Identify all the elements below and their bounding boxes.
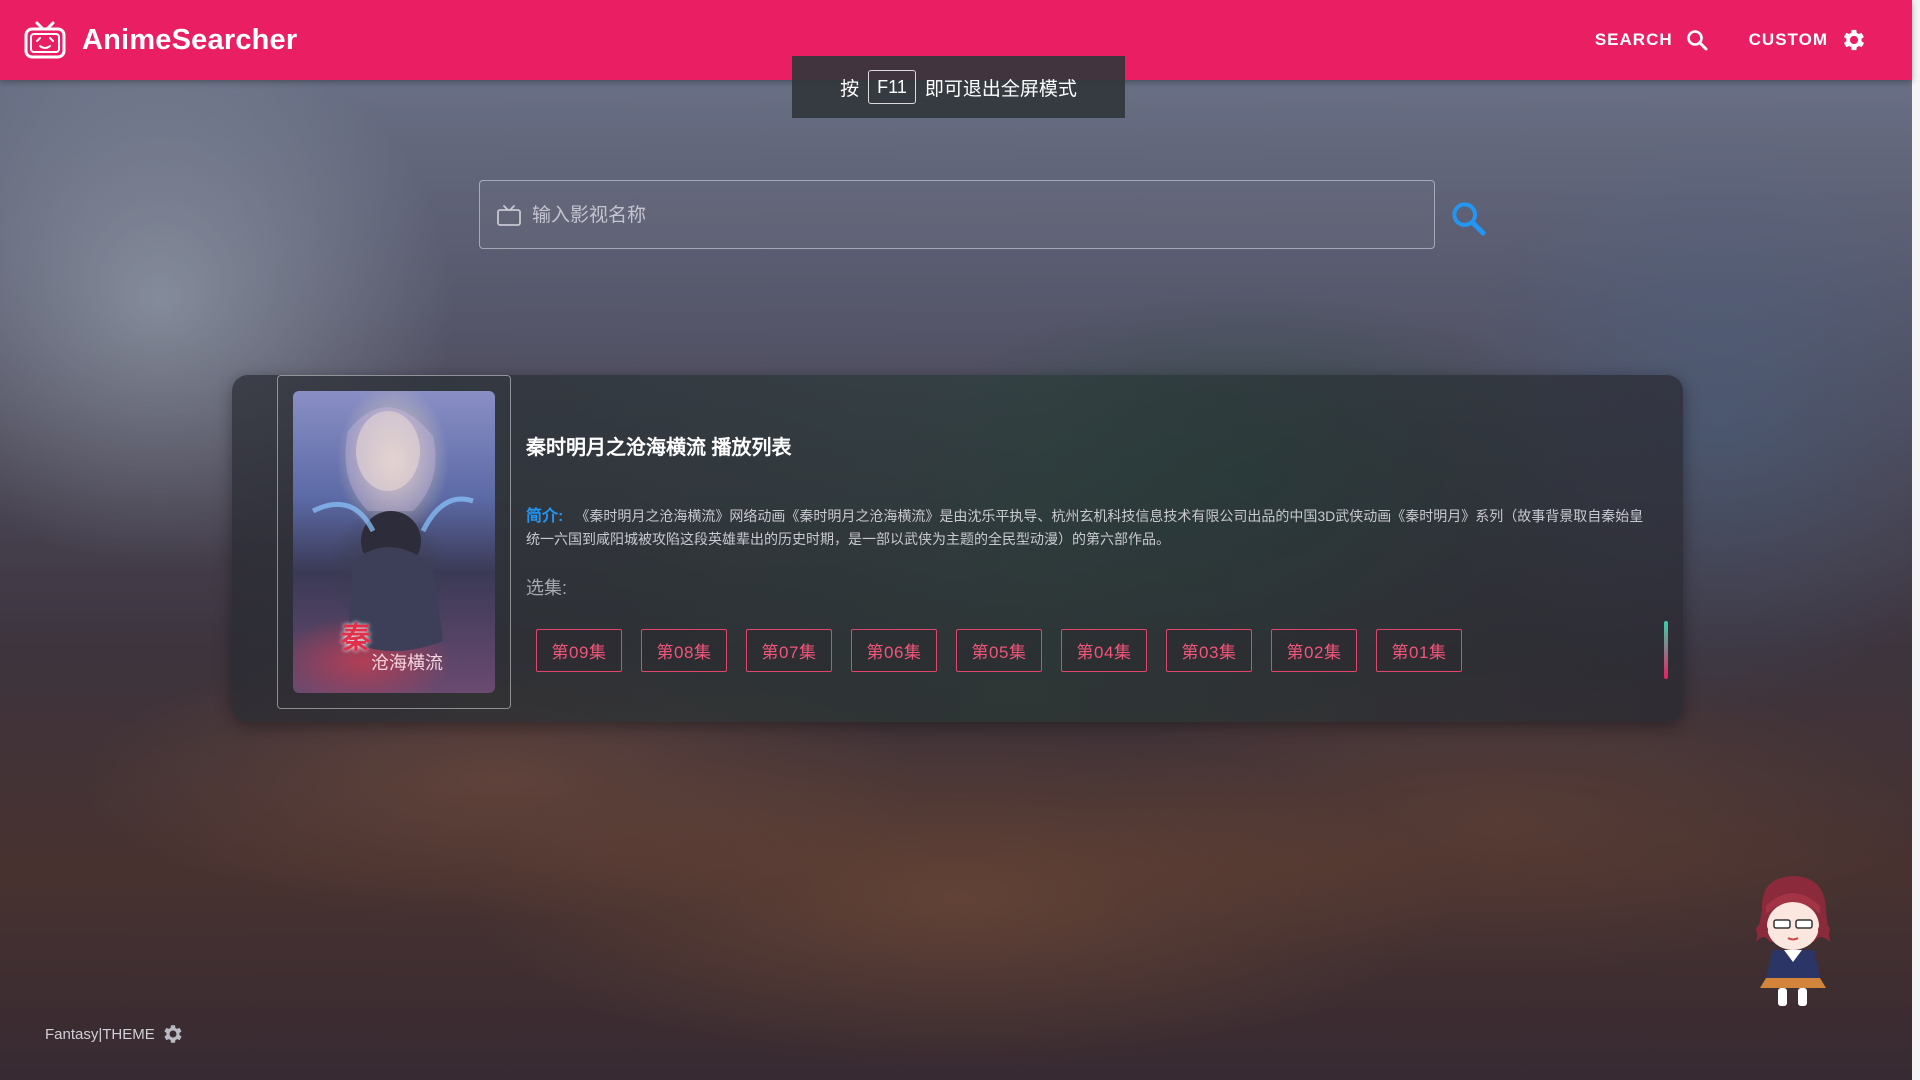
result-card: 秦 沧海横流 秦时明月之沧海横流 播放列表 简介: 《秦时明月之沧海横流》网络动画… (232, 375, 1683, 722)
intro-paragraph: 简介: 《秦时明月之沧海横流》网络动画《秦时明月之沧海横流》是由沈乐平执导、杭州玄… (526, 505, 1656, 551)
search-icon (1452, 202, 1486, 236)
mascot-character-icon[interactable] (1740, 870, 1845, 1010)
custom-nav-button[interactable]: CUSTOM (1729, 0, 1888, 80)
poster-subtitle-text: 沧海横流 (371, 653, 443, 674)
theme-switcher[interactable]: Fantasy|THEME (45, 1022, 185, 1046)
episode-scrollbar[interactable] (1664, 621, 1668, 679)
playlist-title: 秦时明月之沧海横流 播放列表 (526, 437, 792, 459)
gear-icon (1843, 29, 1865, 51)
poster-image[interactable]: 秦 沧海横流 (293, 391, 495, 693)
toast-text-after: 即可退出全屏模式 (924, 78, 1077, 100)
poster-title-text: 秦 (341, 621, 371, 656)
intro-label: 简介: (526, 508, 564, 525)
search-icon (1686, 30, 1708, 51)
episodes-label: 选集: (526, 578, 568, 598)
episode-button[interactable]: 第05集 (956, 629, 1042, 672)
gear-icon (164, 1025, 182, 1043)
episode-button[interactable]: 第03集 (1166, 629, 1252, 672)
episode-button[interactable]: 第01集 (1376, 629, 1462, 672)
app-brand[interactable]: AnimeSearcher (82, 24, 297, 57)
toast-key-badge: F11 (868, 70, 916, 104)
episode-button[interactable]: 第04集 (1061, 629, 1147, 672)
episode-button[interactable]: 第08集 (641, 629, 727, 672)
window-edge (1912, 0, 1920, 1080)
tv-icon (496, 203, 522, 227)
search-input[interactable] (530, 202, 1434, 227)
fullscreen-toast: 按 F11 即可退出全屏模式 (792, 56, 1125, 118)
search-box (479, 180, 1435, 249)
episode-button[interactable]: 第09集 (536, 629, 622, 672)
theme-label: Fantasy|THEME (45, 1025, 155, 1043)
search-nav-label: SEARCH (1594, 30, 1673, 49)
toast-text-before: 按 (840, 78, 860, 100)
poster-frame: 秦 沧海横流 (277, 375, 511, 709)
custom-nav-label: CUSTOM (1748, 30, 1828, 49)
search-submit-button[interactable] (1448, 198, 1488, 238)
tv-logo-icon[interactable] (22, 17, 68, 63)
episode-button[interactable]: 第02集 (1271, 629, 1357, 672)
search-nav-button[interactable]: SEARCH (1575, 0, 1729, 80)
episode-button[interactable]: 第06集 (851, 629, 937, 672)
intro-text: 《秦时明月之沧海横流》网络动画《秦时明月之沧海横流》是由沈乐平执导、杭州玄机科技… (526, 508, 1644, 547)
episode-list: 第09集 第08集 第07集 第06集 第05集 第04集 第03集 第02集 … (536, 629, 1462, 672)
episode-button[interactable]: 第07集 (746, 629, 832, 672)
